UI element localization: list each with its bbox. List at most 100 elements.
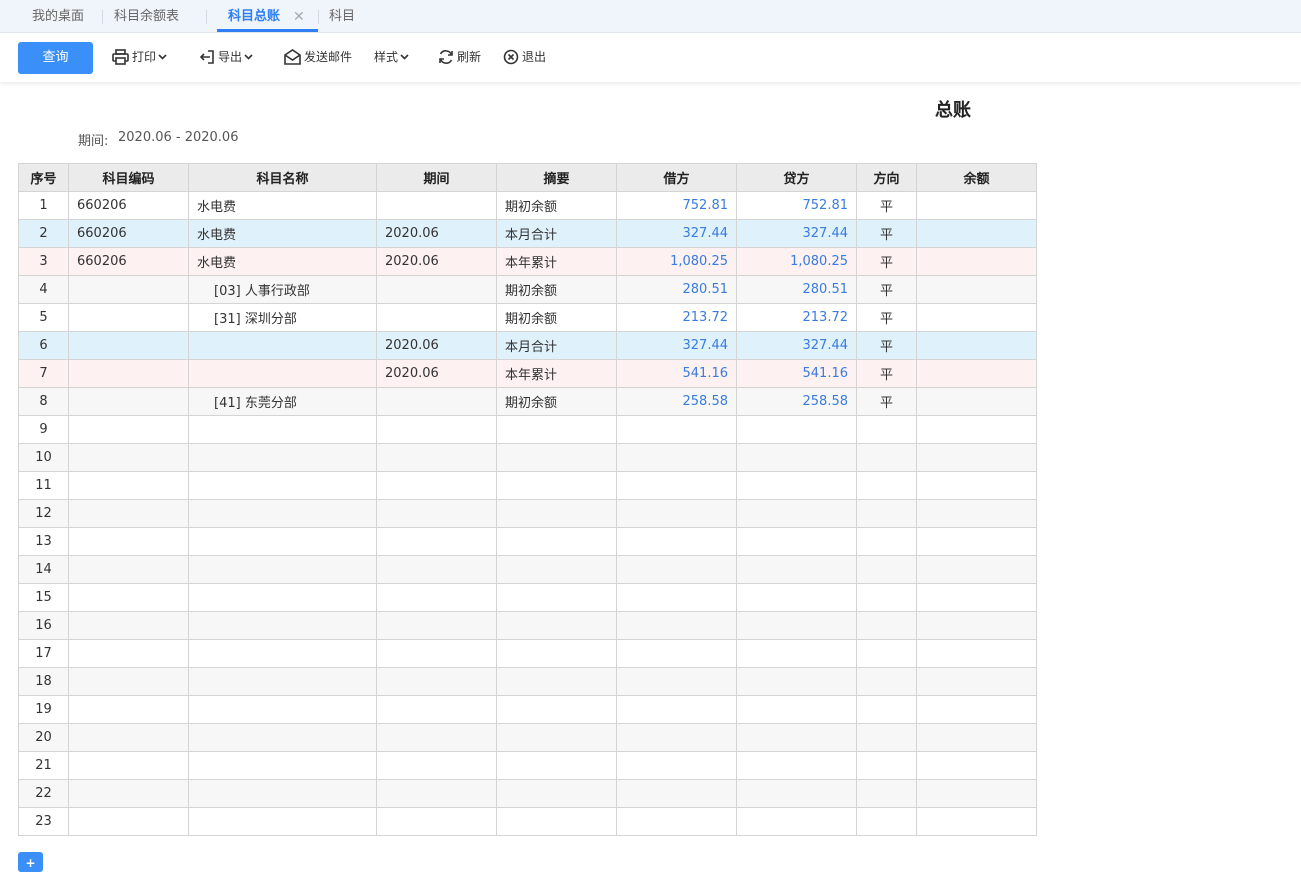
add-button[interactable]: + bbox=[18, 852, 43, 872]
cell-no: 1 bbox=[18, 191, 69, 220]
header-credit[interactable]: 贷方 bbox=[736, 163, 857, 192]
cell-balance bbox=[916, 639, 1037, 668]
cell-account-code bbox=[68, 723, 189, 752]
cell-period bbox=[376, 667, 497, 696]
header-summary[interactable]: 摘要 bbox=[496, 163, 617, 192]
cell-direction: 平 bbox=[856, 331, 917, 360]
table-row[interactable]: 12 bbox=[18, 499, 1037, 528]
header-balance[interactable]: 余额 bbox=[916, 163, 1037, 192]
table-row[interactable]: 23 bbox=[18, 807, 1037, 836]
exit-button[interactable]: 退出 bbox=[503, 33, 546, 82]
cell-balance bbox=[916, 611, 1037, 640]
cell-summary bbox=[496, 723, 617, 752]
table-row[interactable]: 8 [41] 东莞分部 期初余额 258.58 258.58 平 bbox=[18, 387, 1037, 416]
query-button[interactable]: 查询 bbox=[18, 42, 93, 74]
cell-period: 2020.06 bbox=[376, 359, 497, 388]
table-row[interactable]: 5 [31] 深圳分部 期初余额 213.72 213.72 平 bbox=[18, 303, 1037, 332]
cell-balance bbox=[916, 415, 1037, 444]
table-row[interactable]: 19 bbox=[18, 695, 1037, 724]
cell-no: 13 bbox=[18, 527, 69, 556]
cell-direction bbox=[856, 611, 917, 640]
cell-debit: 1,080.25 bbox=[616, 247, 737, 276]
header-direction[interactable]: 方向 bbox=[856, 163, 917, 192]
mail-icon bbox=[284, 48, 301, 65]
close-circle-icon bbox=[503, 49, 519, 64]
cell-balance bbox=[916, 471, 1037, 500]
table-row[interactable]: 18 bbox=[18, 667, 1037, 696]
cell-account-name bbox=[188, 359, 377, 388]
cell-balance bbox=[916, 387, 1037, 416]
cell-credit bbox=[736, 443, 857, 472]
cell-debit bbox=[616, 611, 737, 640]
tab-my-desktop[interactable]: 我的桌面 bbox=[32, 0, 84, 32]
table-row[interactable]: 16 bbox=[18, 611, 1037, 640]
header-account-code[interactable]: 科目编码 bbox=[68, 163, 189, 192]
cell-credit: 327.44 bbox=[736, 219, 857, 248]
cell-account-name bbox=[188, 331, 377, 360]
cell-summary bbox=[496, 555, 617, 584]
refresh-icon bbox=[439, 49, 453, 64]
table-row[interactable]: 17 bbox=[18, 639, 1037, 668]
table-row[interactable]: 6 2020.06 本月合计 327.44 327.44 平 bbox=[18, 331, 1037, 360]
header-no[interactable]: 序号 bbox=[18, 163, 69, 192]
active-tab-indicator bbox=[217, 29, 318, 32]
report-title: 总账 bbox=[935, 100, 971, 121]
cell-debit: 258.58 bbox=[616, 387, 737, 416]
cell-summary: 本年累计 bbox=[496, 247, 617, 276]
table-row[interactable]: 1 660206 水电费 期初余额 752.81 752.81 平 bbox=[18, 191, 1037, 220]
cell-period bbox=[376, 723, 497, 752]
header-debit[interactable]: 借方 bbox=[616, 163, 737, 192]
cell-credit bbox=[736, 639, 857, 668]
table-row[interactable]: 4 [03] 人事行政部 期初余额 280.51 280.51 平 bbox=[18, 275, 1037, 304]
period-value: 2020.06 - 2020.06 bbox=[118, 130, 239, 145]
cell-no: 9 bbox=[18, 415, 69, 444]
cell-balance bbox=[916, 695, 1037, 724]
cell-direction bbox=[856, 779, 917, 808]
cell-account-name bbox=[188, 667, 377, 696]
cell-summary: 期初余额 bbox=[496, 303, 617, 332]
cell-no: 21 bbox=[18, 751, 69, 780]
cell-account-code bbox=[68, 331, 189, 360]
table-row[interactable]: 13 bbox=[18, 527, 1037, 556]
cell-account-name bbox=[188, 499, 377, 528]
cell-direction bbox=[856, 667, 917, 696]
cell-credit: 541.16 bbox=[736, 359, 857, 388]
cell-account-name: 水电费 bbox=[188, 191, 377, 220]
table-row[interactable]: 20 bbox=[18, 723, 1037, 752]
tab-general-ledger[interactable]: 科目总账 bbox=[228, 0, 280, 32]
header-account-name[interactable]: 科目名称 bbox=[188, 163, 377, 192]
cell-balance bbox=[916, 555, 1037, 584]
cell-debit bbox=[616, 527, 737, 556]
table-row[interactable]: 10 bbox=[18, 443, 1037, 472]
cell-account-name bbox=[188, 443, 377, 472]
cell-direction: 平 bbox=[856, 191, 917, 220]
refresh-button[interactable]: 刷新 bbox=[438, 33, 481, 82]
cell-summary bbox=[496, 443, 617, 472]
export-label: 导出 bbox=[218, 50, 243, 64]
cell-summary bbox=[496, 779, 617, 808]
table-row[interactable]: 9 bbox=[18, 415, 1037, 444]
table-row[interactable]: 21 bbox=[18, 751, 1037, 780]
print-button[interactable]: 打印 bbox=[112, 33, 167, 82]
style-button[interactable]: 样式 bbox=[374, 33, 409, 82]
table-row[interactable]: 14 bbox=[18, 555, 1037, 584]
tab-account-balance[interactable]: 科目余额表 bbox=[114, 0, 179, 32]
cell-direction bbox=[856, 471, 917, 500]
send-email-button[interactable]: 发送邮件 bbox=[284, 33, 352, 82]
tab-accounts[interactable]: 科目 bbox=[329, 0, 355, 32]
table-row[interactable]: 11 bbox=[18, 471, 1037, 500]
table-row[interactable]: 7 2020.06 本年累计 541.16 541.16 平 bbox=[18, 359, 1037, 388]
header-period[interactable]: 期间 bbox=[376, 163, 497, 192]
cell-summary bbox=[496, 499, 617, 528]
cell-summary: 期初余额 bbox=[496, 387, 617, 416]
exit-label: 退出 bbox=[522, 50, 547, 64]
cell-credit bbox=[736, 471, 857, 500]
table-row[interactable]: 3 660206 水电费 2020.06 本年累计 1,080.25 1,080.25 平 bbox=[18, 247, 1037, 276]
cell-account-name bbox=[188, 583, 377, 612]
table-row[interactable]: 2 660206 水电费 2020.06 本月合计 327.44 327.44 平 bbox=[18, 219, 1037, 248]
export-button[interactable]: 导出 bbox=[199, 33, 253, 82]
cell-debit bbox=[616, 667, 737, 696]
table-row[interactable]: 15 bbox=[18, 583, 1037, 612]
table-row[interactable]: 22 bbox=[18, 779, 1037, 808]
cell-period bbox=[376, 471, 497, 500]
